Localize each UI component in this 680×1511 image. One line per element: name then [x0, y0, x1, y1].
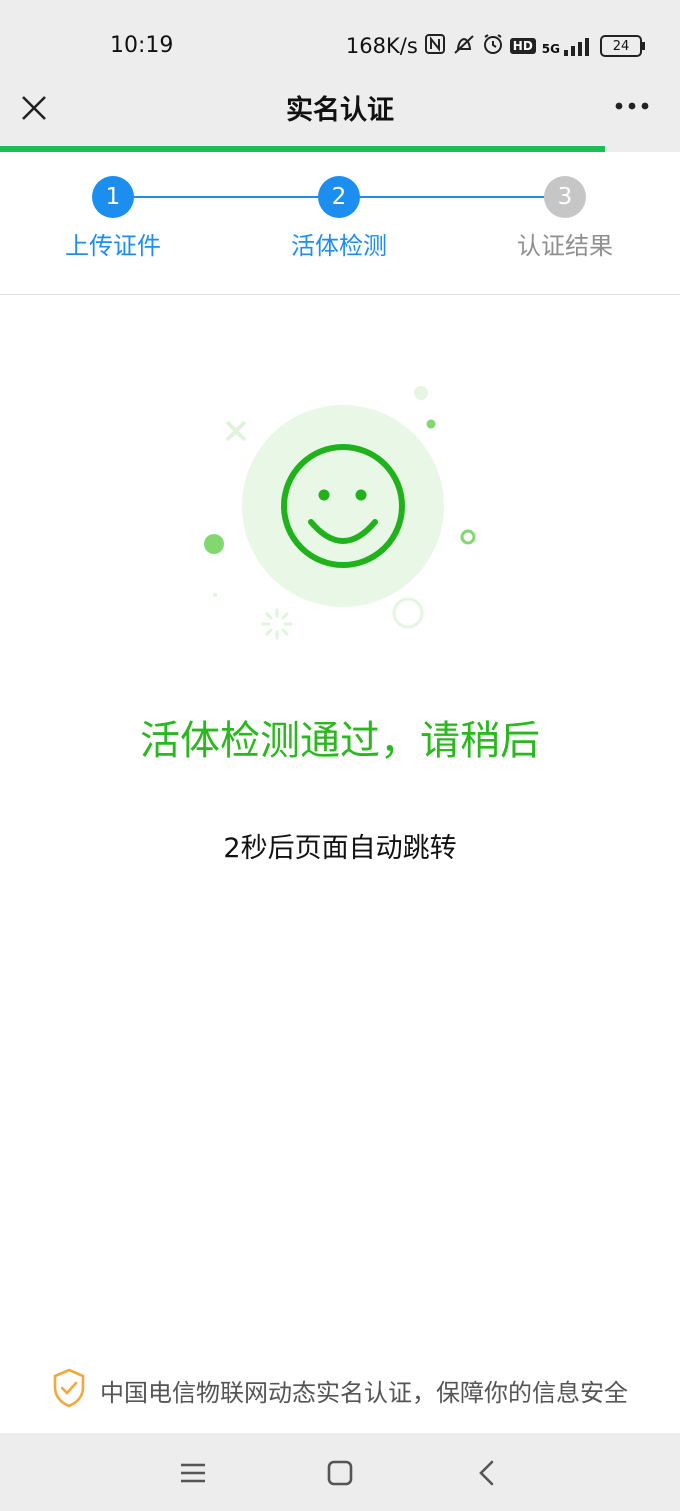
- alarm-icon: [482, 33, 504, 60]
- result-title: 活体检测通过，请稍后: [140, 718, 540, 764]
- security-note: 中国电信物联网动态实名认证，保障你的信息安全: [0, 1368, 680, 1412]
- step-number-circle: 1: [92, 176, 134, 218]
- step-liveness-check: 2 活体检测: [259, 176, 419, 261]
- step-label: 上传证件: [65, 232, 161, 260]
- step-result: 3 认证结果: [485, 176, 645, 261]
- nfc-icon: [424, 33, 446, 60]
- smile-face-icon: [190, 370, 490, 660]
- step-label: 认证结果: [517, 232, 613, 260]
- system-navigation-bar: [0, 1433, 680, 1511]
- step-number: 2: [331, 184, 347, 210]
- status-time: 10:19: [110, 33, 174, 58]
- signal-icon: 5G: [542, 36, 594, 56]
- battery-icon: 24: [600, 35, 645, 57]
- verification-steps: 1 上传证件 2 活体检测 3 认证结果: [0, 152, 680, 295]
- network-type: 5G: [541, 42, 560, 56]
- status-bar: 10:19 168K/s HD 5G 24: [0, 0, 680, 80]
- network-speed: 168K/s: [345, 34, 418, 58]
- mute-icon: [452, 33, 476, 60]
- battery-level: 24: [612, 38, 630, 54]
- menu-icon[interactable]: [173, 1455, 213, 1491]
- page-title: 实名认证: [286, 95, 394, 126]
- hd-icon: HD: [509, 38, 536, 54]
- step-number-circle: 3: [544, 176, 586, 218]
- security-note-text: 中国电信物联网动态实名认证，保障你的信息安全: [100, 1378, 628, 1407]
- step-number-circle: 2: [318, 176, 360, 218]
- back-icon[interactable]: [467, 1455, 507, 1491]
- step-number: 1: [105, 184, 121, 210]
- step-upload-id: 1 上传证件: [33, 176, 193, 261]
- step-label: 活体检测: [291, 232, 387, 260]
- shield-check-icon: [52, 1368, 86, 1412]
- navigation-bar: 实名认证: [0, 80, 680, 146]
- step-number: 3: [557, 184, 573, 210]
- home-icon[interactable]: [320, 1455, 360, 1491]
- redirect-notice: 2秒后页面自动跳转: [223, 833, 457, 864]
- status-icons: 168K/s HD 5G 24: [345, 31, 645, 61]
- more-icon[interactable]: [614, 90, 650, 122]
